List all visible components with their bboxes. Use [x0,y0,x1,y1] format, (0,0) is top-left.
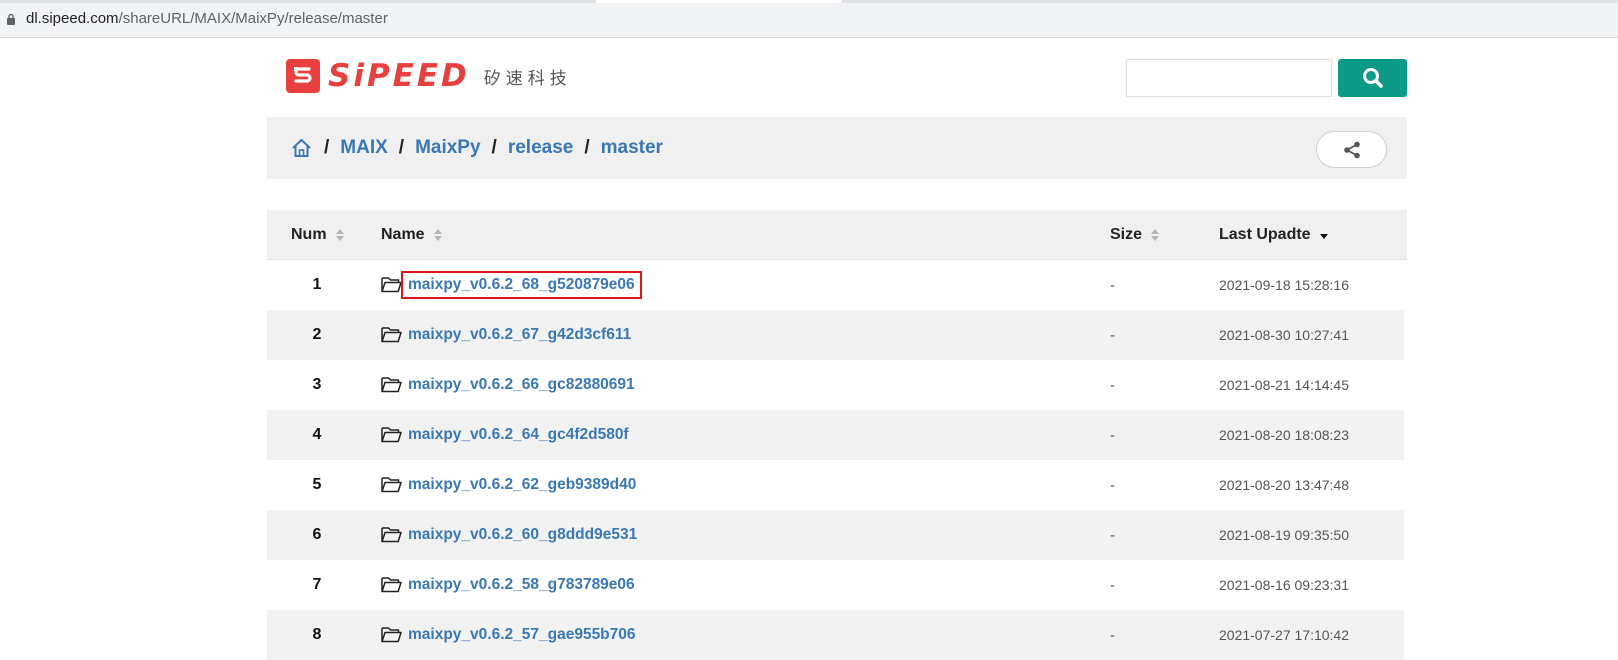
column-header-last-update-label: Last Upadte [1219,226,1311,243]
row-last-update: 2021-07-27 17:10:42 [1219,627,1349,643]
table-row: 4 maixpy_v0.6.2_64_gc4f2d580f - 2021-08-… [267,410,1404,460]
row-size: - [1110,276,1115,294]
folder-icon [381,426,402,442]
logo-wordmark: SiPEED [328,58,470,94]
row-size: - [1110,576,1115,594]
row-size: - [1110,326,1115,344]
breadcrumb-separator: / [491,137,497,158]
folder-link[interactable]: maixpy_v0.6.2_58_g783789e06 [404,574,639,596]
folder-link[interactable]: maixpy_v0.6.2_60_g8ddd9e531 [404,524,641,546]
breadcrumb-master[interactable]: master [601,137,663,159]
sort-desc-icon [1319,229,1328,241]
table-row: 1 maixpy_v0.6.2_68_g520879e06 - 2021-09-… [267,260,1407,310]
file-table: Num Name Size Last Upadte 1 maixpy_v0.6.… [267,210,1407,660]
share-icon [1343,141,1360,158]
folder-link[interactable]: maixpy_v0.6.2_67_g42d3cf611 [404,324,635,346]
folder-icon [381,626,402,642]
tab-strip [0,0,1618,3]
row-last-update: 2021-08-20 18:08:23 [1219,427,1349,443]
row-last-update: 2021-08-21 14:14:45 [1219,377,1349,393]
breadcrumb-maixpy[interactable]: MaixPy [415,137,480,159]
breadcrumb-separator: / [584,137,590,158]
row-size: - [1110,426,1115,444]
row-name-cell: maixpy_v0.6.2_62_geb9389d40 [381,460,640,510]
column-header-size-label: Size [1110,226,1143,243]
row-num: 3 [312,376,322,393]
row-last-update: 2021-08-30 10:27:41 [1219,327,1349,343]
folder-link[interactable]: maixpy_v0.6.2_57_gae955b706 [404,624,640,646]
breadcrumb-maix[interactable]: MAIX [340,137,388,159]
folder-icon [381,376,402,392]
folder-icon [381,276,402,292]
sort-icon [433,229,442,241]
folder-link[interactable]: maixpy_v0.6.2_62_geb9389d40 [404,474,640,496]
row-name-cell: maixpy_v0.6.2_57_gae955b706 [381,610,640,660]
row-last-update: 2021-09-18 15:28:16 [1219,277,1349,293]
row-num: 8 [312,626,322,643]
row-num: 6 [312,526,322,543]
breadcrumb-separator: / [324,137,330,158]
row-num: 1 [312,276,322,293]
breadcrumb-bar: / MAIX / MaixPy / release / master [267,117,1407,179]
table-row: 3 maixpy_v0.6.2_66_gc82880691 - 2021-08-… [267,360,1407,410]
row-name-cell: maixpy_v0.6.2_58_g783789e06 [381,560,639,610]
table-header: Num Name Size Last Upadte [267,210,1407,260]
row-name-cell: maixpy_v0.6.2_68_g520879e06 [381,260,642,310]
column-header-num-label: Num [291,226,327,243]
folder-icon [381,326,402,342]
folder-icon [381,476,402,492]
row-last-update: 2021-08-19 09:35:50 [1219,527,1349,543]
share-button[interactable] [1316,131,1387,168]
sipeed-logo-mark-icon [286,59,320,93]
browser-address-bar: dl.sipeed.com/shareURL/MAIX/MaixPy/relea… [0,0,1618,38]
folder-icon [381,526,402,542]
table-row: 7 maixpy_v0.6.2_58_g783789e06 - 2021-08-… [267,560,1407,610]
folder-link[interactable]: maixpy_v0.6.2_64_gc4f2d580f [404,424,633,446]
table-row: 8 maixpy_v0.6.2_57_gae955b706 - 2021-07-… [267,610,1404,660]
column-header-size[interactable]: Size [1110,210,1160,260]
row-num: 4 [312,426,322,443]
folder-link[interactable]: maixpy_v0.6.2_68_g520879e06 [401,271,642,299]
url-path: /shareURL/MAIX/MaixPy/release/master [118,10,388,27]
logo-chinese-text: 矽速科技 [483,68,572,89]
sort-icon [335,229,344,241]
search-button[interactable] [1338,59,1407,97]
row-size: - [1110,626,1115,644]
url-field[interactable]: dl.sipeed.com/shareURL/MAIX/MaixPy/relea… [26,10,388,27]
lock-icon [7,13,15,25]
column-header-last-update[interactable]: Last Upadte [1219,210,1328,260]
row-num: 2 [312,326,322,343]
sipeed-logo[interactable]: SiPEED 矽速科技 [286,58,572,94]
breadcrumb-separator: / [398,137,405,158]
row-size: - [1110,376,1115,394]
folder-link[interactable]: maixpy_v0.6.2_66_gc82880691 [404,374,639,396]
row-name-cell: maixpy_v0.6.2_67_g42d3cf611 [381,310,635,360]
row-num: 7 [312,576,322,593]
folder-icon [381,576,402,592]
row-size: - [1110,476,1115,494]
row-name-cell: maixpy_v0.6.2_60_g8ddd9e531 [381,510,641,560]
url-host: dl.sipeed.com [26,10,119,27]
table-row: 6 maixpy_v0.6.2_60_g8ddd9e531 - 2021-08-… [267,510,1404,560]
row-last-update: 2021-08-20 13:47:48 [1219,477,1349,493]
column-header-name-label: Name [381,226,425,243]
search-icon [1362,68,1383,88]
table-body: 1 maixpy_v0.6.2_68_g520879e06 - 2021-09-… [267,260,1407,660]
search-input[interactable] [1126,59,1332,97]
table-row: 5 maixpy_v0.6.2_62_geb9389d40 - 2021-08-… [267,460,1407,510]
sort-icon [1151,229,1160,241]
breadcrumb: / MAIX / MaixPy / release / master [291,117,663,179]
home-icon[interactable] [291,137,313,159]
row-num: 5 [312,476,322,493]
row-name-cell: maixpy_v0.6.2_64_gc4f2d580f [381,410,633,460]
column-header-name[interactable]: Name [381,210,442,260]
column-header-num[interactable]: Num [291,210,344,260]
breadcrumb-release[interactable]: release [508,137,574,159]
row-size: - [1110,526,1115,544]
row-name-cell: maixpy_v0.6.2_66_gc82880691 [381,360,639,410]
table-row: 2 maixpy_v0.6.2_67_g42d3cf611 - 2021-08-… [267,310,1404,360]
row-last-update: 2021-08-16 09:23:31 [1219,577,1349,593]
